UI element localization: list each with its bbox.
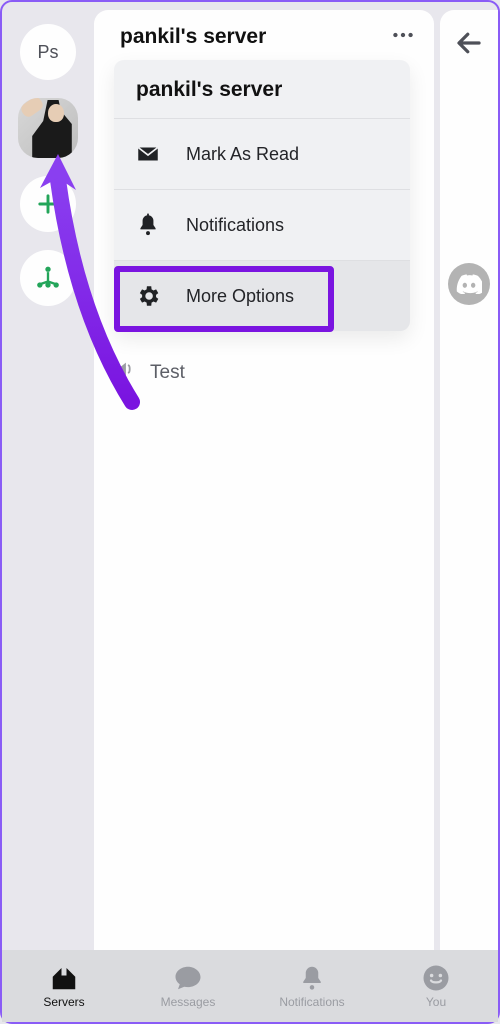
hub-icon [34,264,62,292]
server-rail: Ps [2,2,94,950]
tab-servers[interactable]: Servers [2,963,126,1009]
discord-avatar[interactable] [448,263,490,305]
server-avatar-pankil[interactable] [18,98,78,158]
server-dropdown: pankil's server Mark As Read Notificatio… [114,60,410,331]
add-server-button[interactable] [20,176,76,232]
tab-you[interactable]: You [374,963,498,1009]
bell-icon [134,212,162,238]
server-ps[interactable]: Ps [20,24,76,80]
server-title: pankil's server [120,25,266,49]
server-options-button[interactable] [390,22,416,53]
speaker-icon [114,358,136,386]
right-peek-panel [440,10,498,950]
tab-you-label: You [426,995,446,1009]
menu-more-options[interactable]: More Options [114,261,410,331]
discord-icon [456,274,482,294]
menu-mark-as-read-label: Mark As Read [186,144,299,165]
plus-icon [34,190,62,218]
tab-servers-label: Servers [43,995,84,1009]
menu-mark-as-read[interactable]: Mark As Read [114,119,410,190]
channel-test-label: Test [150,362,185,384]
server-header[interactable]: pankil's server [94,10,434,64]
back-button[interactable] [454,28,484,63]
tab-notifications[interactable]: Notifications [250,963,374,1009]
tab-notifications-label: Notifications [279,995,344,1009]
menu-more-options-label: More Options [186,286,294,307]
server-ps-label: Ps [37,42,58,63]
tab-messages[interactable]: Messages [126,963,250,1009]
tab-messages-label: Messages [161,995,216,1009]
servers-icon [49,963,79,993]
gear-icon [134,283,162,309]
dropdown-title: pankil's server [114,60,410,119]
bottom-tab-bar: Servers Messages Notifications You [2,950,498,1022]
server-discovery-button[interactable] [20,250,76,306]
smile-icon [421,963,451,993]
arrow-left-icon [454,28,484,58]
menu-notifications-label: Notifications [186,215,284,236]
menu-notifications[interactable]: Notifications [114,190,410,261]
mail-icon [134,141,162,167]
ellipsis-icon [390,22,416,48]
chat-icon [173,963,203,993]
channel-test[interactable]: Test [94,348,434,396]
bell-tab-icon [297,963,327,993]
